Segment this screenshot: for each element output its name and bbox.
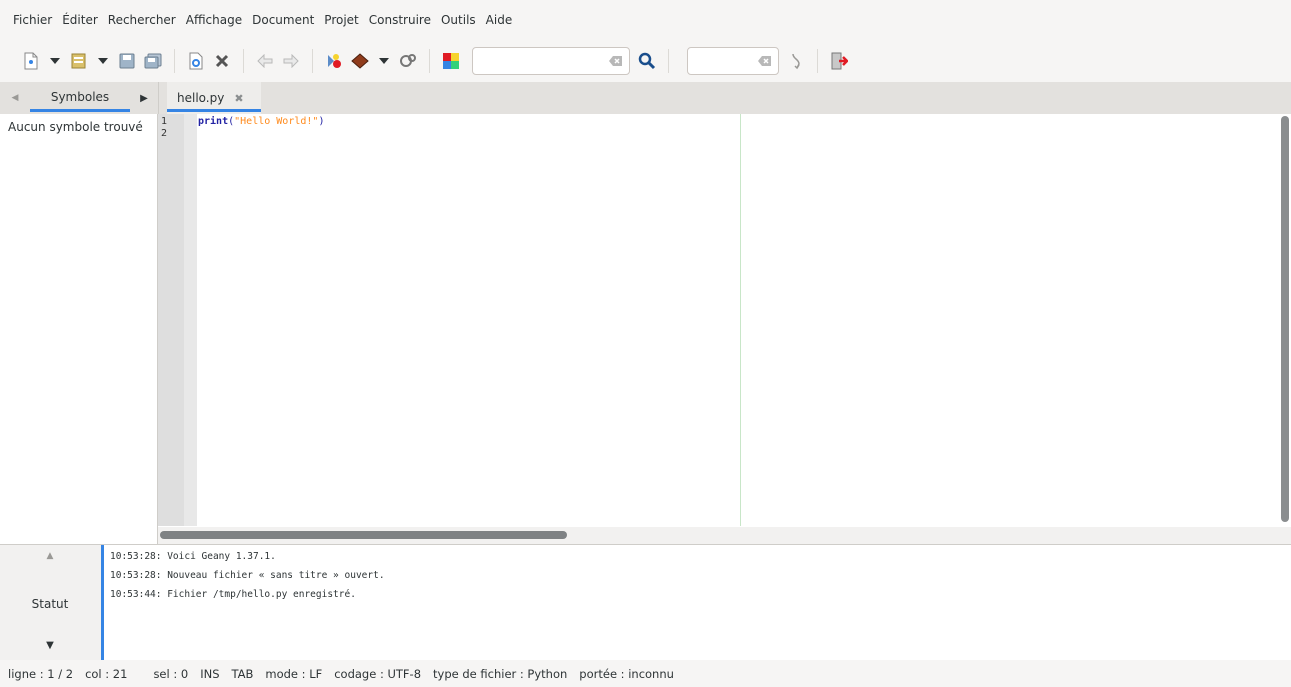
tab-scroll-up-icon[interactable]: ▲ <box>0 551 100 561</box>
build-dropdown-icon[interactable] <box>373 46 395 76</box>
menu-fichier[interactable]: Fichier <box>8 13 57 27</box>
line-number: 1 <box>161 116 168 127</box>
code-line: print("Hello World!") <box>198 116 324 128</box>
status-line: ligne : 1 / 2 <box>8 666 74 681</box>
compile-icon[interactable] <box>321 46 347 76</box>
goto-line-icon[interactable] <box>783 46 809 76</box>
menu-document[interactable]: Document <box>247 13 319 27</box>
status-encoding: codage : UTF-8 <box>334 666 422 681</box>
status-sel: sel : 0 <box>153 666 189 681</box>
code-keyword: print <box>198 116 229 127</box>
line-number: 2 <box>161 128 168 139</box>
toolbar-separator <box>817 49 818 73</box>
save-icon[interactable] <box>114 46 140 76</box>
status-col: col : 21 <box>85 666 128 681</box>
navigate-forward-icon[interactable] <box>278 46 304 76</box>
status-filetype: type de fichier : Python <box>433 666 568 681</box>
long-line-marker <box>740 114 741 526</box>
tab-scroll-down-icon[interactable]: ▼ <box>0 640 100 651</box>
new-file-icon[interactable] <box>18 46 44 76</box>
toolbar-separator <box>243 49 244 73</box>
menu-aide[interactable]: Aide <box>481 13 518 27</box>
sidebar-tabs: ◀ Symboles ▶ <box>0 82 158 114</box>
navigate-back-icon[interactable] <box>252 46 278 76</box>
fold-margin <box>184 114 197 526</box>
log-line: 10:53:28: Voici Geany 1.37.1. <box>110 551 276 562</box>
search-icon[interactable] <box>634 46 660 76</box>
clear-icon[interactable] <box>758 55 772 70</box>
menu-projet[interactable]: Projet <box>319 13 363 27</box>
code-string: "Hello World!" <box>234 116 319 127</box>
tab-scroll-left-icon[interactable]: ◀ <box>0 93 30 103</box>
tab-symboles[interactable]: Symboles <box>30 82 130 114</box>
menu-rechercher[interactable]: Rechercher <box>103 13 181 27</box>
log-line: 10:53:28: Nouveau fichier « sans titre »… <box>110 570 385 581</box>
search-input[interactable] <box>472 47 630 75</box>
status-ins: INS <box>200 666 220 681</box>
quit-icon[interactable] <box>826 46 852 76</box>
symbols-sidebar: Aucun symbole trouvé <box>0 114 158 544</box>
open-file-dropdown-icon[interactable] <box>92 46 114 76</box>
active-tab-indicator <box>30 109 130 112</box>
menu-affichage[interactable]: Affichage <box>181 13 247 27</box>
toolbar-separator <box>312 49 313 73</box>
active-tab-indicator <box>167 109 261 112</box>
tab-hello-py[interactable]: hello.py ✖ <box>167 82 261 114</box>
menu-editer[interactable]: Éditer <box>57 13 103 27</box>
open-file-icon[interactable] <box>66 46 92 76</box>
tab-statut[interactable]: Statut <box>0 597 100 611</box>
toolbar-separator <box>174 49 175 73</box>
menu-construire[interactable]: Construire <box>364 13 436 27</box>
status-mode: mode : LF <box>265 666 323 681</box>
toolbar-separator <box>668 49 669 73</box>
clear-icon[interactable] <box>609 55 623 70</box>
menu-bar: Fichier Éditer Rechercher Affichage Docu… <box>0 0 1291 40</box>
message-panel-tabs: ▲ Statut ▼ <box>0 545 104 661</box>
message-panel: ▲ Statut ▼ 10:53:28: Voici Geany 1.37.1.… <box>0 544 1291 661</box>
toolbar-separator <box>429 49 430 73</box>
line-number-margin: 1 2 <box>158 114 184 526</box>
close-icon[interactable] <box>209 46 235 76</box>
code-editor[interactable]: 1 2 print("Hello World!") <box>158 114 1291 544</box>
status-bar: ligne : 1 / 2 col : 21 sel : 0 INS TAB m… <box>0 660 1291 687</box>
close-tab-icon[interactable]: ✖ <box>234 92 243 105</box>
new-file-dropdown-icon[interactable] <box>44 46 66 76</box>
horizontal-scrollbar[interactable] <box>158 527 1291 544</box>
execute-icon[interactable] <box>395 46 421 76</box>
document-tabs: hello.py ✖ <box>158 82 1291 114</box>
code-paren: ) <box>318 116 325 127</box>
reload-icon[interactable] <box>183 46 209 76</box>
document-tab-label: hello.py <box>177 91 225 105</box>
toolbar <box>0 40 1291 82</box>
tab-symboles-label: Symboles <box>50 90 110 104</box>
code-content[interactable]: print("Hello World!") <box>198 114 324 128</box>
save-all-icon[interactable] <box>140 46 166 76</box>
color-chooser-icon[interactable] <box>438 46 464 76</box>
status-log: 10:53:28: Voici Geany 1.37.1. 10:53:28: … <box>110 547 385 604</box>
log-line: 10:53:44: Fichier /tmp/hello.py enregist… <box>110 589 356 600</box>
goto-line-input[interactable] <box>687 47 779 75</box>
status-scope: portée : inconnu <box>579 666 674 681</box>
status-tab: TAB <box>231 666 254 681</box>
menu-outils[interactable]: Outils <box>436 13 481 27</box>
build-icon[interactable] <box>347 46 373 76</box>
tab-scroll-right-icon[interactable]: ▶ <box>130 93 158 104</box>
no-symbols-message: Aucun symbole trouvé <box>8 120 143 134</box>
horizontal-scrollbar-thumb[interactable] <box>160 531 567 539</box>
vertical-scrollbar[interactable] <box>1281 116 1289 522</box>
